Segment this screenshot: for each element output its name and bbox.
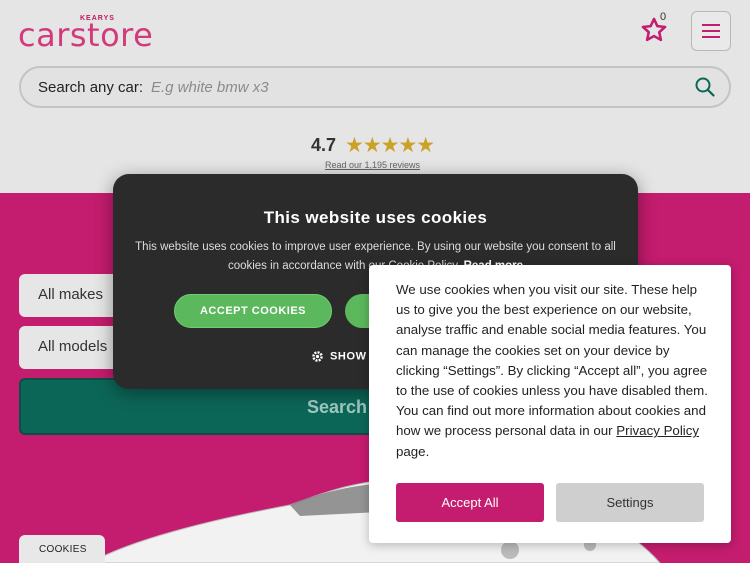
accept-cookies-button[interactable]: ACCEPT COOKIES	[174, 294, 332, 328]
logo-wordmark: carstore	[18, 16, 154, 54]
cookie-notice-end: page.	[396, 443, 430, 459]
cookie-notice-text: We use cookies when you visit our site. …	[396, 280, 714, 462]
cookie-notice-body: We use cookies when you visit our site. …	[396, 282, 708, 439]
hamburger-icon	[702, 24, 720, 38]
favourites-count-badge: 0	[660, 11, 667, 23]
search-icon	[695, 77, 715, 97]
menu-button[interactable]	[691, 11, 731, 51]
cookie-notice-panel: We use cookies when you visit our site. …	[369, 265, 731, 543]
accept-all-button[interactable]: Accept All	[396, 483, 544, 522]
search-label: Search any car:	[38, 79, 144, 96]
privacy-policy-link[interactable]: Privacy Policy	[616, 423, 699, 438]
cookies-tab-label: COOKIES	[39, 544, 87, 555]
gear-icon	[312, 351, 323, 362]
reviews-link[interactable]: Read our 1,195 reviews	[325, 160, 420, 170]
cookie-modal-title: This website uses cookies	[263, 208, 488, 227]
settings-button[interactable]: Settings	[556, 483, 704, 522]
makes-select-label: All makes	[38, 286, 104, 303]
models-select-label: All models	[38, 338, 108, 355]
site-header: KEARYS carstore 0 Search any car: E.g wh…	[0, 0, 750, 193]
search-input[interactable]: E.g white bmw x3	[151, 79, 269, 96]
rating-stars-icon: ★★★★★	[345, 134, 435, 157]
cookies-tab[interactable]: COOKIES	[19, 535, 105, 563]
car-search-bar[interactable]: Search any car: E.g white bmw x3	[19, 66, 731, 108]
rating-value: 4.7	[311, 135, 337, 155]
